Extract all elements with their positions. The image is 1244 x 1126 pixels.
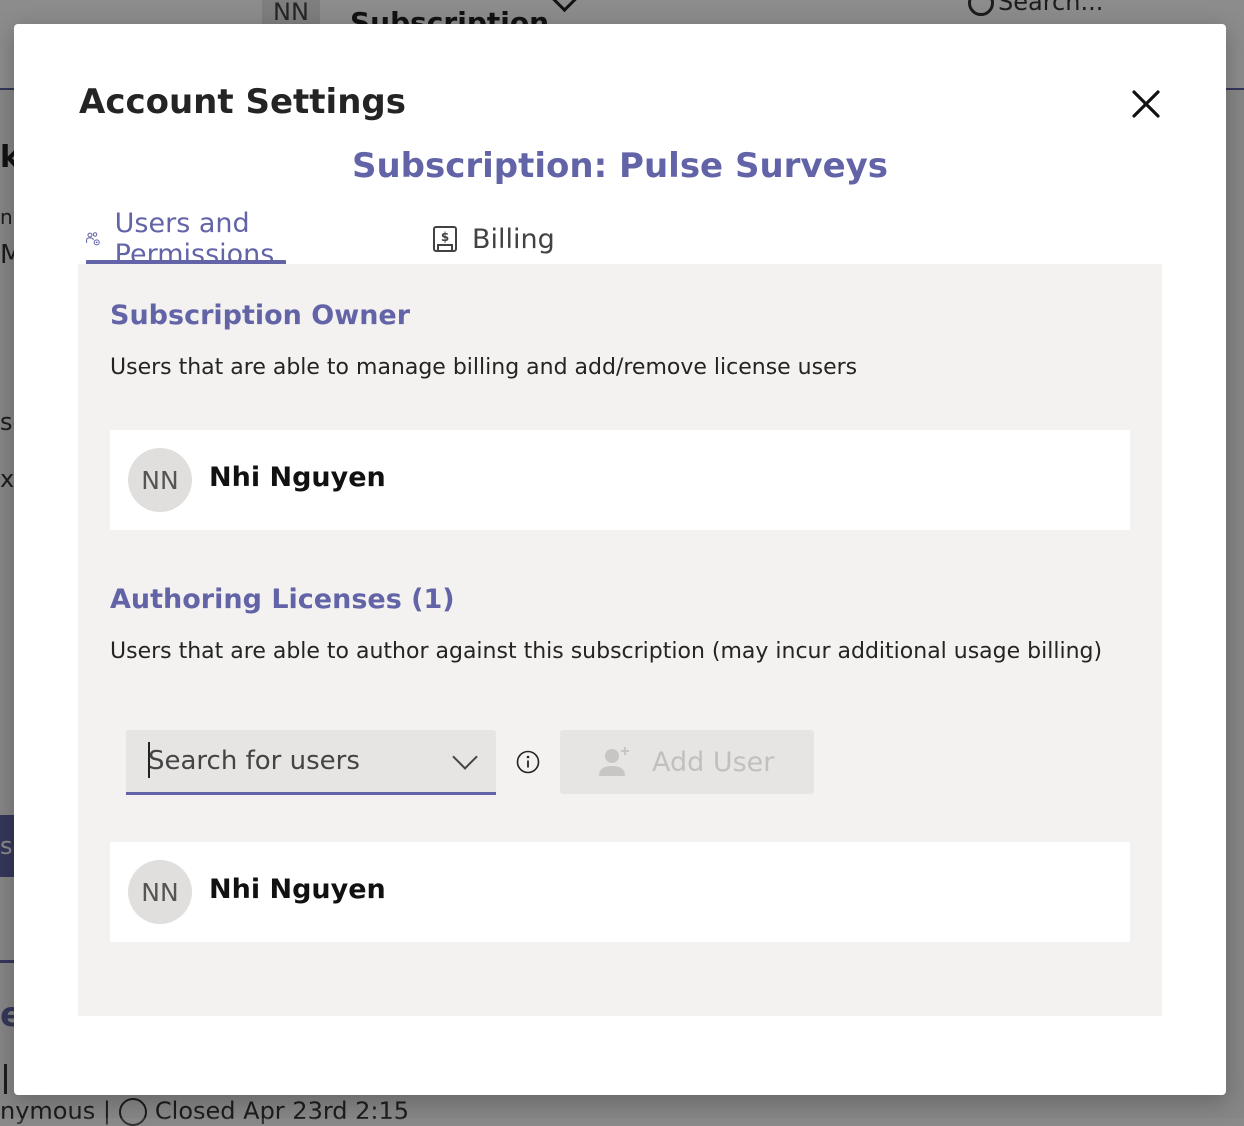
subscription-owner-description: Users that are able to manage billing an… xyxy=(110,355,858,380)
add-user-label: Add User xyxy=(652,746,775,778)
user-name: Nhi Nguyen xyxy=(209,462,386,493)
avatar: NN xyxy=(128,860,192,924)
authoring-licenses-heading: Authoring Licenses (1) xyxy=(110,584,455,615)
info-icon xyxy=(516,750,540,774)
authoring-licenses-description: Users that are able to author against th… xyxy=(110,639,1103,664)
billing-receipt-icon: $ xyxy=(433,226,457,252)
close-button[interactable] xyxy=(1126,84,1166,124)
info-button[interactable] xyxy=(516,750,540,774)
subscription-owner-heading: Subscription Owner xyxy=(110,300,411,331)
tab-label: Users and Permissions xyxy=(114,208,275,270)
owner-user-card: NN Nhi Nguyen xyxy=(110,430,1130,530)
user-name: Nhi Nguyen xyxy=(209,874,386,905)
tab-label: Billing xyxy=(472,223,555,255)
close-icon xyxy=(1132,90,1160,118)
dialog-title: Account Settings xyxy=(79,82,406,122)
license-user-card: NN Nhi Nguyen xyxy=(110,842,1130,942)
tab-billing[interactable]: $ Billing xyxy=(432,214,555,264)
tab-users-and-permissions[interactable]: Users and Permissions xyxy=(86,208,286,270)
user-search-combobox[interactable] xyxy=(126,730,496,795)
subscription-title: Subscription: Pulse Surveys xyxy=(351,146,889,186)
account-settings-dialog: Account Settings Subscription: Pulse Sur… xyxy=(14,24,1226,1095)
svg-text:$: $ xyxy=(441,230,449,244)
text-caret xyxy=(148,742,150,778)
users-permissions-panel: Subscription Owner Users that are able t… xyxy=(78,264,1162,1016)
users-settings-icon xyxy=(86,232,100,246)
add-person-icon xyxy=(599,747,629,776)
add-user-button[interactable]: Add User xyxy=(560,730,814,794)
chevron-down-icon[interactable] xyxy=(452,744,478,770)
user-search-input[interactable] xyxy=(146,738,440,784)
avatar: NN xyxy=(128,448,192,512)
